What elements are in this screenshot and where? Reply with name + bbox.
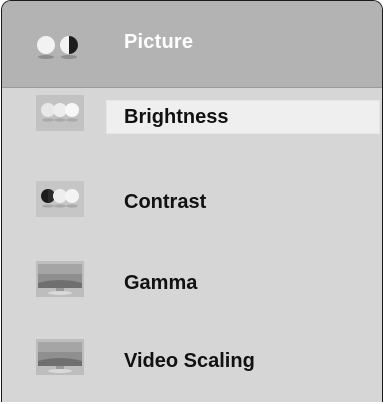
menu-item-contrast[interactable]: Contrast (2, 173, 382, 235)
menu-item-label: Gamma (124, 272, 198, 294)
menu-item-video-scaling[interactable]: Video Scaling (2, 331, 382, 393)
brightness-icon (36, 95, 84, 131)
menu-item-label: Brightness (124, 106, 229, 128)
menu-item-label: Video Scaling (124, 350, 255, 372)
menu-item-label: Contrast (124, 191, 207, 213)
menu-item-gamma[interactable]: Gamma (2, 253, 382, 315)
menu-title: Picture (124, 31, 194, 53)
menu-header: Picture (2, 1, 382, 88)
video-scaling-icon (36, 339, 84, 375)
picture-icon (37, 36, 78, 59)
picture-menu-panel: Picture Brightness Contrast Gamma Video … (1, 0, 383, 402)
gamma-icon (36, 261, 84, 297)
menu-item-brightness[interactable]: Brightness (2, 89, 382, 151)
contrast-icon (36, 181, 84, 217)
